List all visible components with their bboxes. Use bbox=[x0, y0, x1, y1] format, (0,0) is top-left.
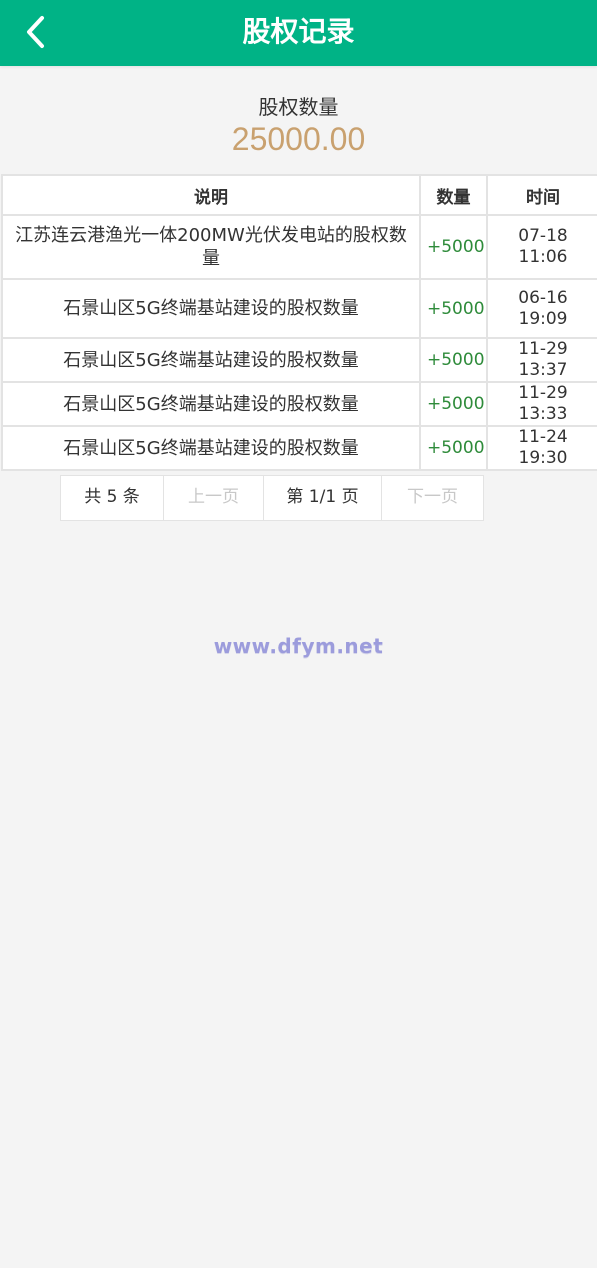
column-header-time: 时间 bbox=[486, 174, 597, 216]
row-amount: +5000 bbox=[419, 278, 488, 339]
row-desc: 江苏连云港渔光一体200MW光伏发电站的股权数量 bbox=[1, 214, 421, 280]
watermark: www.dfym.net bbox=[213, 634, 384, 658]
row-amount: +5000 bbox=[419, 337, 488, 383]
pager-current-page: 第 1/1 页 bbox=[264, 476, 382, 520]
pager-next-button[interactable]: 下一页 bbox=[382, 476, 483, 520]
page-title: 股权记录 bbox=[242, 15, 355, 48]
row-desc: 石景山区5G终端基站建设的股权数量 bbox=[1, 278, 421, 339]
table-row: 石景山区5G终端基站建设的股权数量 +5000 11-24 19:30 bbox=[1, 425, 597, 471]
row-time: 11-29 13:37 bbox=[486, 337, 597, 383]
table-row: 石景山区5G终端基站建设的股权数量 +5000 11-29 13:37 bbox=[1, 337, 597, 383]
row-amount: +5000 bbox=[419, 381, 488, 427]
table-row: 石景山区5G终端基站建设的股权数量 +5000 06-16 19:09 bbox=[1, 278, 597, 339]
table-header-row: 说明 数量 时间 bbox=[1, 174, 597, 216]
equity-records-table: 说明 数量 时间 江苏连云港渔光一体200MW光伏发电站的股权数量 +5000 … bbox=[1, 174, 597, 471]
pagination: 共 5 条 上一页 第 1/1 页 下一页 bbox=[60, 475, 484, 521]
row-desc: 石景山区5G终端基站建设的股权数量 bbox=[1, 425, 421, 471]
column-header-desc: 说明 bbox=[1, 174, 421, 216]
row-time: 11-29 13:33 bbox=[486, 381, 597, 427]
row-time: 07-18 11:06 bbox=[486, 214, 597, 280]
summary-label: 股权数量 bbox=[258, 95, 339, 119]
row-time: 11-24 19:30 bbox=[486, 425, 597, 471]
table-row: 江苏连云港渔光一体200MW光伏发电站的股权数量 +5000 07-18 11:… bbox=[1, 214, 597, 280]
equity-summary: 股权数量 25000.00 bbox=[0, 92, 597, 156]
row-desc: 石景山区5G终端基站建设的股权数量 bbox=[1, 337, 421, 383]
row-amount: +5000 bbox=[419, 425, 488, 471]
pager-prev-button[interactable]: 上一页 bbox=[164, 476, 264, 520]
column-header-amount: 数量 bbox=[419, 174, 488, 216]
row-desc: 石景山区5G终端基站建设的股权数量 bbox=[1, 381, 421, 427]
summary-value: 25000.00 bbox=[231, 121, 366, 157]
table-row: 石景山区5G终端基站建设的股权数量 +5000 11-29 13:33 bbox=[1, 381, 597, 427]
pager-total: 共 5 条 bbox=[61, 476, 164, 520]
header-bar: 股权记录 bbox=[0, 0, 597, 66]
row-amount: +5000 bbox=[419, 214, 488, 280]
row-time: 06-16 19:09 bbox=[486, 278, 597, 339]
